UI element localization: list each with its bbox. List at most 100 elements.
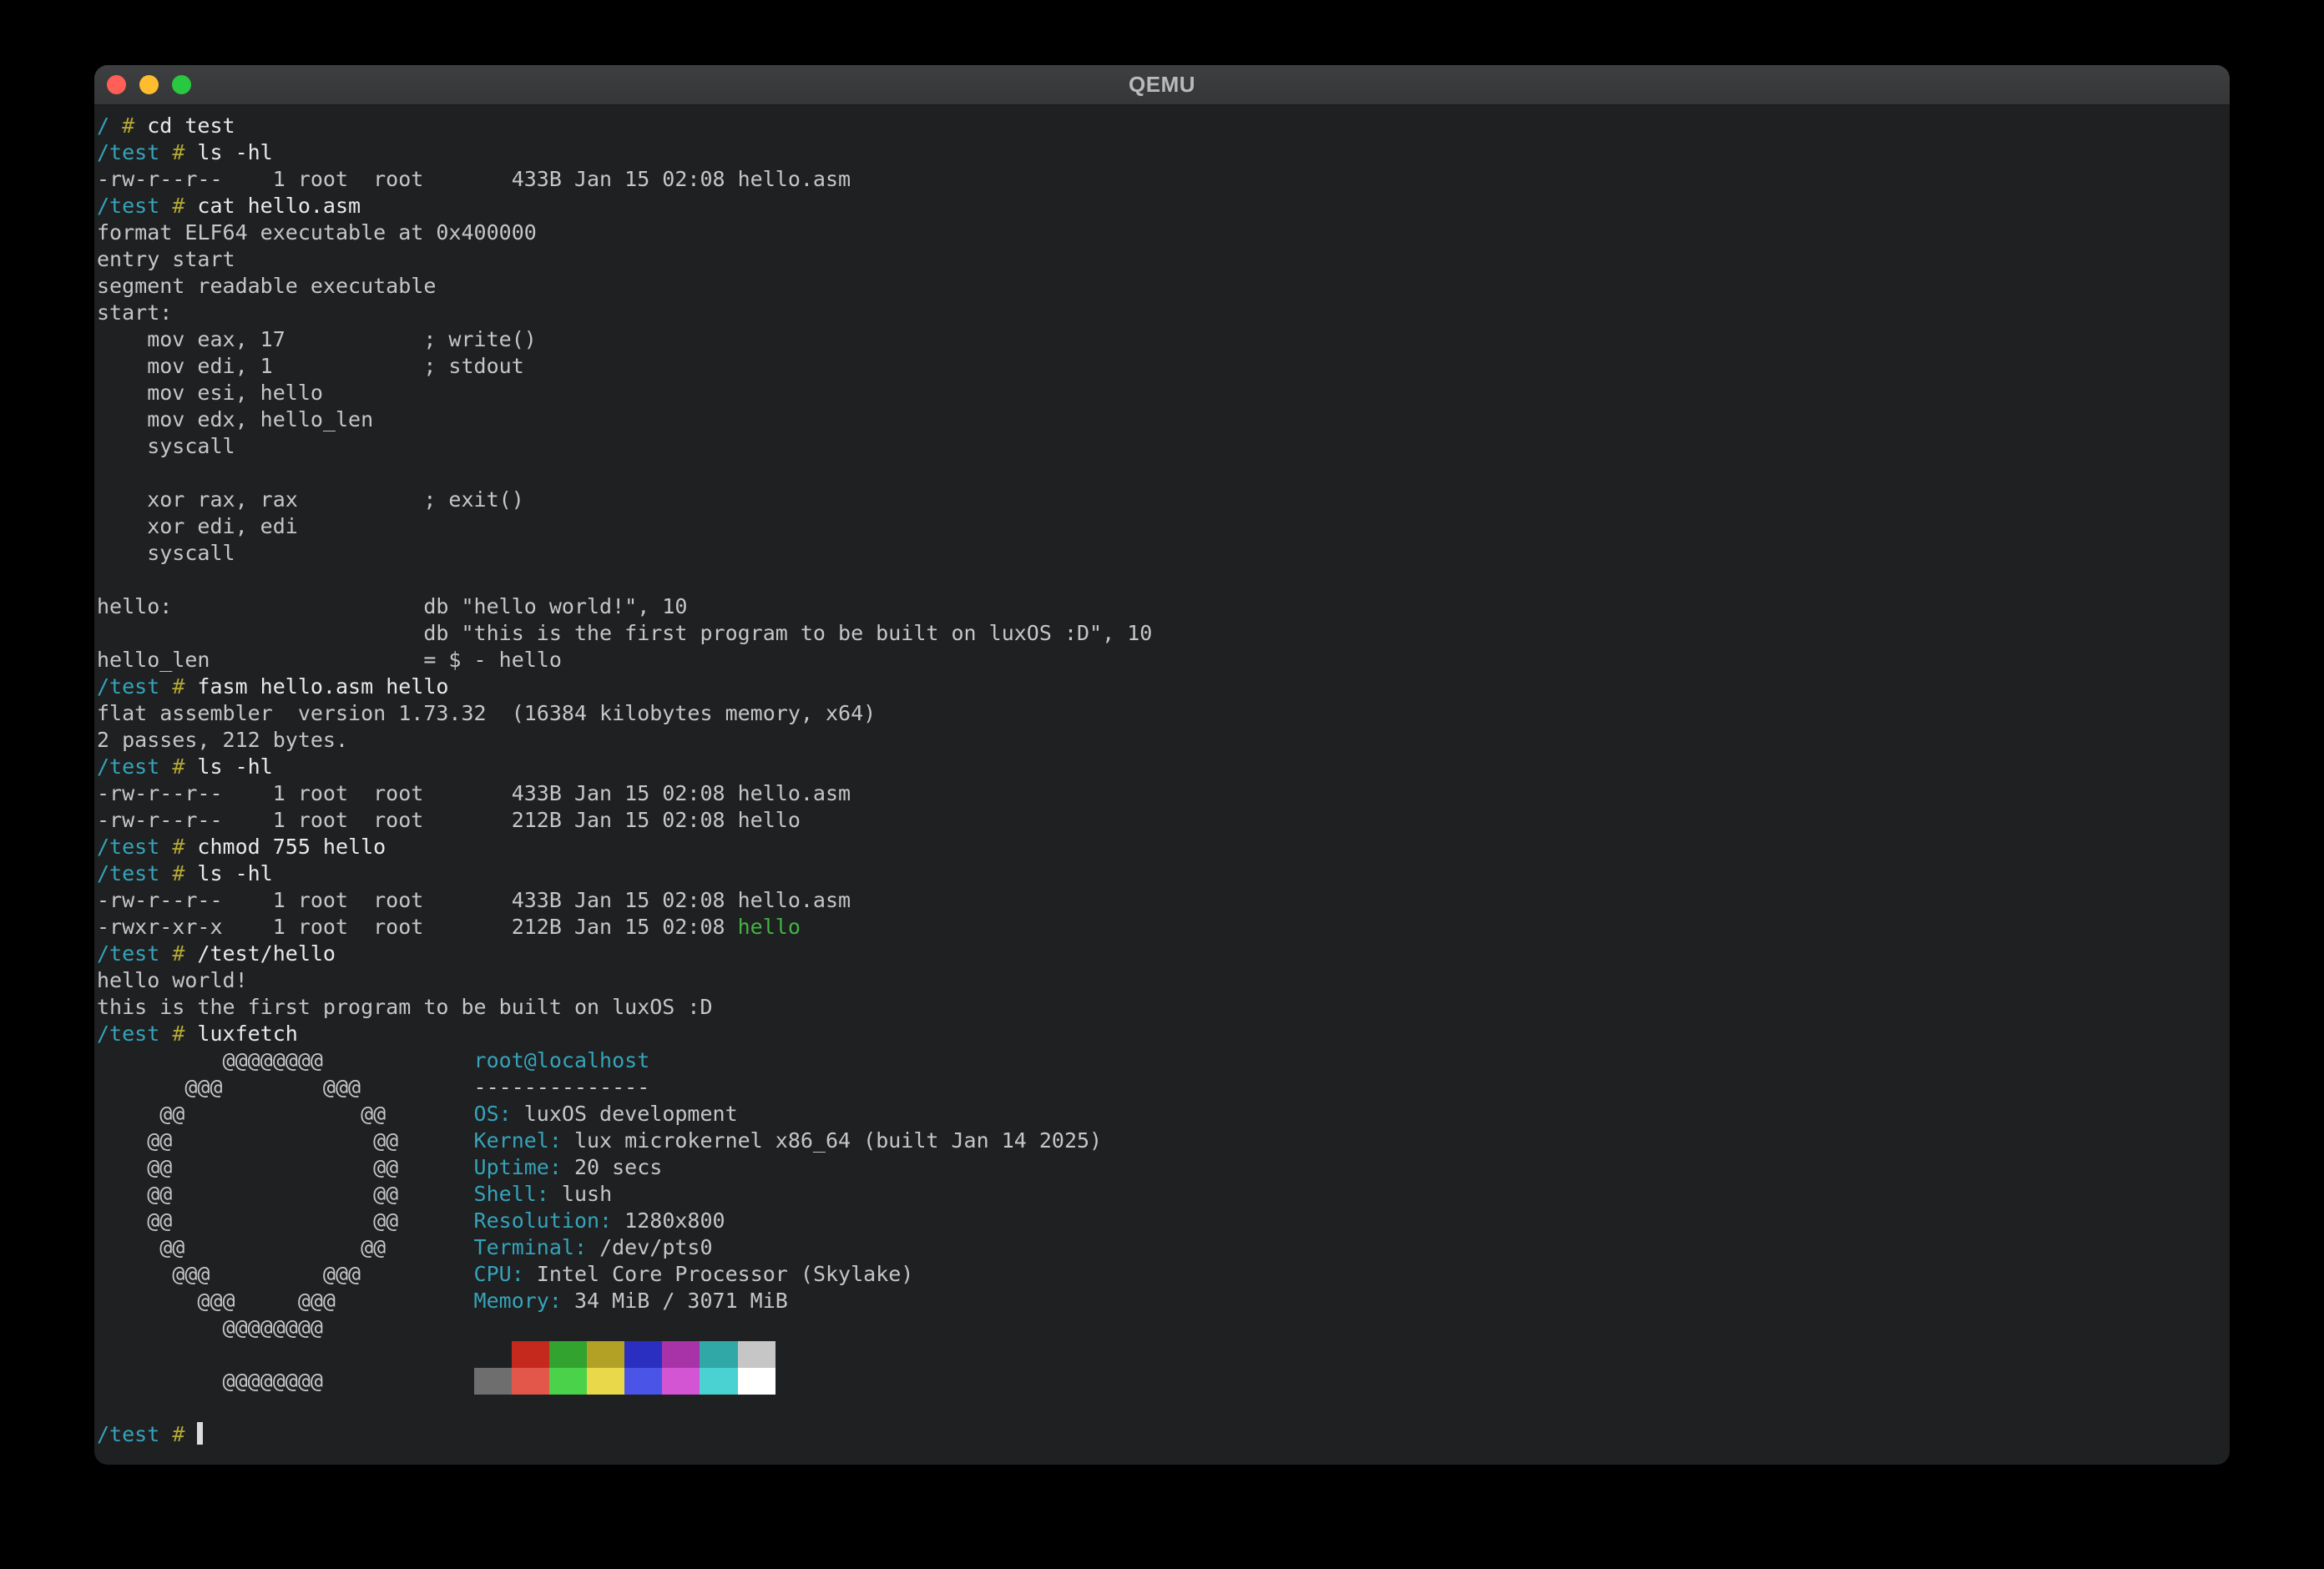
terminal-line <box>97 1395 2230 1421</box>
terminal-text: entry start <box>97 247 235 271</box>
terminal-text: luxOS development <box>512 1102 738 1126</box>
ansi-color-swatch <box>624 1341 662 1368</box>
terminal-text: @@@@@@@@ <box>97 1048 474 1072</box>
terminal-text: OS: <box>474 1102 512 1126</box>
minimize-button[interactable] <box>139 75 159 94</box>
terminal-line: mov edx, hello_len <box>97 406 2230 433</box>
ansi-color-swatch <box>738 1368 776 1395</box>
close-button[interactable] <box>107 75 126 94</box>
ansi-color-swatch <box>738 1341 776 1368</box>
terminal-line <box>97 567 2230 593</box>
terminal-text: @@ @@ <box>97 1182 474 1206</box>
terminal-line: /test # cat hello.asm <box>97 193 2230 219</box>
terminal-line: hello world! <box>97 967 2230 994</box>
terminal-line: @@ @@ Kernel: lux microkernel x86_64 (bu… <box>97 1128 2230 1154</box>
title-bar[interactable]: QEMU <box>94 65 2230 105</box>
terminal-text: @@ @@ <box>97 1208 474 1233</box>
terminal-text: # <box>172 835 197 859</box>
terminal-text: 1280x800 <box>612 1208 725 1233</box>
terminal-text: 20 secs <box>562 1155 662 1179</box>
terminal-text: -rw-r--r-- 1 root root 433B Jan 15 02:08… <box>97 167 851 191</box>
terminal-text: /test <box>97 140 172 164</box>
ansi-color-swatch <box>587 1368 624 1395</box>
terminal-line: flat assembler version 1.73.32 (16384 ki… <box>97 700 2230 727</box>
terminal-text: hello_len = $ - hello <box>97 648 562 672</box>
terminal-line: mov edi, 1 ; stdout <box>97 353 2230 380</box>
traffic-lights <box>107 65 191 104</box>
terminal-text: mov eax, 17 ; write() <box>97 327 537 351</box>
terminal-text: # <box>122 114 147 138</box>
ansi-color-swatch <box>587 1341 624 1368</box>
terminal-line <box>97 460 2230 487</box>
terminal-text: ls -hl <box>197 861 272 885</box>
terminal-line: -rw-r--r-- 1 root root 433B Jan 15 02:08… <box>97 166 2230 193</box>
terminal-text: lush <box>549 1182 612 1206</box>
text-cursor <box>197 1422 203 1445</box>
terminal-line: format ELF64 executable at 0x400000 <box>97 219 2230 246</box>
terminal-text: root@localhost <box>474 1048 650 1072</box>
terminal-line: /test # ls -hl <box>97 754 2230 780</box>
terminal-text: Shell: <box>474 1182 549 1206</box>
terminal-text: xor edi, edi <box>97 514 298 538</box>
terminal-line: @@ @@ Uptime: 20 secs <box>97 1154 2230 1181</box>
terminal-text: syscall <box>97 434 235 458</box>
terminal-text: fasm hello.asm hello <box>197 674 448 699</box>
terminal-text: /test <box>97 1022 172 1046</box>
ansi-color-swatch <box>624 1368 662 1395</box>
ansi-color-swatch <box>662 1368 700 1395</box>
terminal-text: / <box>97 114 122 138</box>
terminal-screen[interactable]: / # cd test/test # ls -hl-rw-r--r-- 1 ro… <box>94 106 2230 1465</box>
terminal-line: mov esi, hello <box>97 380 2230 406</box>
terminal-line: /test # ls -hl <box>97 139 2230 166</box>
terminal-text: 2 passes, 212 bytes. <box>97 728 348 752</box>
terminal-line: /test # /test/hello <box>97 941 2230 967</box>
terminal-text: Intel Core Processor (Skylake) <box>524 1262 914 1286</box>
terminal-line: /test # luxfetch <box>97 1021 2230 1047</box>
terminal-text: mov edi, 1 ; stdout <box>97 354 524 378</box>
terminal-text: @@@@@@@@ <box>97 1369 474 1393</box>
terminal-text: segment readable executable <box>97 274 436 298</box>
terminal-line: hello: db "hello world!", 10 <box>97 593 2230 620</box>
terminal-line: -rw-r--r-- 1 root root 212B Jan 15 02:08… <box>97 807 2230 834</box>
terminal-text: @@ @@ <box>97 1128 474 1153</box>
terminal-text: /test <box>97 835 172 859</box>
terminal-line: @@ @@ Terminal: /dev/pts0 <box>97 1234 2230 1261</box>
terminal-line: /test # <box>97 1421 2230 1448</box>
terminal-text: @@ @@ <box>97 1102 474 1126</box>
terminal-text: Terminal: <box>474 1235 587 1259</box>
zoom-button[interactable] <box>172 75 191 94</box>
terminal-text: -rwxr-xr-x 1 root root 212B Jan 15 02:08 <box>97 915 738 939</box>
terminal-line: @@@@@@@@ <box>97 1368 2230 1395</box>
terminal-text: # <box>172 861 197 885</box>
terminal-line: entry start <box>97 246 2230 273</box>
terminal-text: lux microkernel x86_64 (built Jan 14 202… <box>562 1128 1102 1153</box>
terminal-text: format ELF64 executable at 0x400000 <box>97 220 537 245</box>
terminal-line: syscall <box>97 433 2230 460</box>
terminal-text: ls -hl <box>197 754 272 779</box>
terminal-text: # <box>172 1422 197 1446</box>
terminal-text: @@@ @@@ <box>97 1262 474 1286</box>
terminal-line: @@@ @@@ -------------- <box>97 1074 2230 1101</box>
terminal-line: @@ @@ OS: luxOS development <box>97 1101 2230 1128</box>
terminal-text: chmod 755 hello <box>197 835 386 859</box>
terminal-line: / # cd test <box>97 113 2230 139</box>
terminal-line: 2 passes, 212 bytes. <box>97 727 2230 754</box>
terminal-text: # <box>172 674 197 699</box>
terminal-text: /test <box>97 941 172 966</box>
terminal-text: cat hello.asm <box>197 194 361 218</box>
terminal-text: cd test <box>147 114 235 138</box>
terminal-line: hello_len = $ - hello <box>97 647 2230 674</box>
terminal-text: Resolution: <box>474 1208 613 1233</box>
ansi-color-swatch <box>512 1341 549 1368</box>
terminal-text: /test <box>97 754 172 779</box>
terminal-line: @@ @@ Resolution: 1280x800 <box>97 1208 2230 1234</box>
terminal-line: @@@ @@@ Memory: 34 MiB / 3071 MiB <box>97 1288 2230 1314</box>
ansi-color-swatch <box>700 1368 737 1395</box>
terminal-text: ls -hl <box>197 140 272 164</box>
terminal-line: segment readable executable <box>97 273 2230 300</box>
terminal-line: @@ @@ Shell: lush <box>97 1181 2230 1208</box>
ansi-color-swatch <box>549 1368 587 1395</box>
ansi-color-swatch <box>662 1341 700 1368</box>
ansi-color-swatch <box>512 1368 549 1395</box>
terminal-line: @@@@@@@@ <box>97 1314 2230 1341</box>
